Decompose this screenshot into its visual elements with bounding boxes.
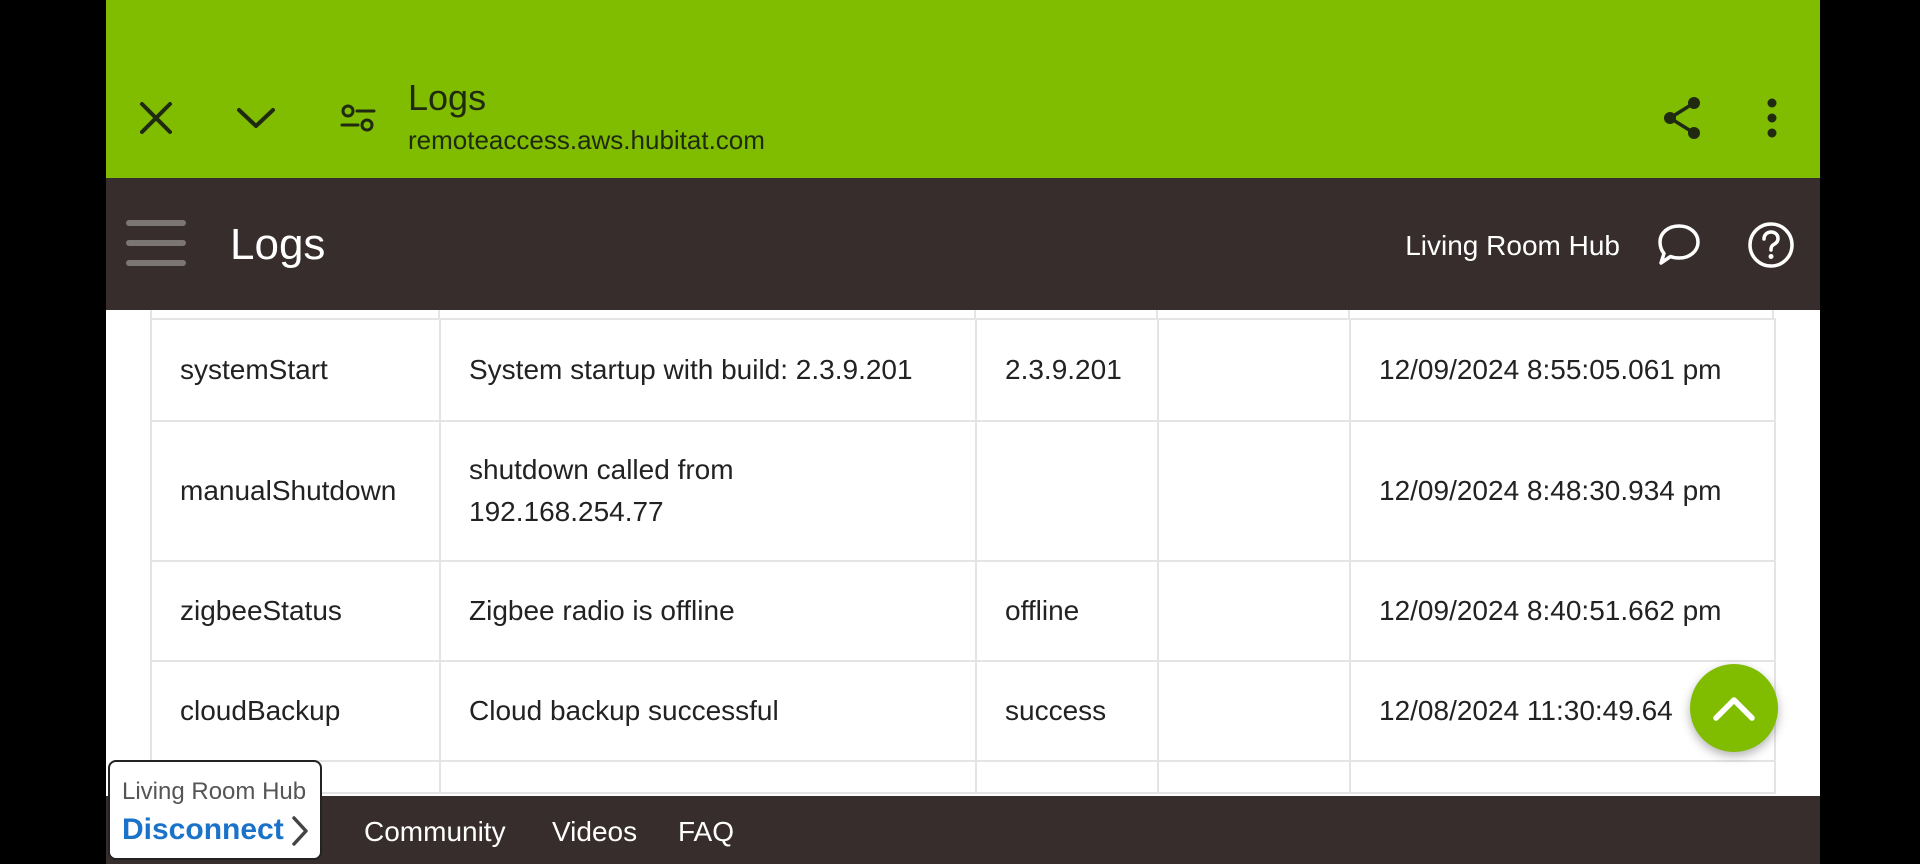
log-description-line: 192.168.254.77 [469, 496, 664, 527]
tune-icon [340, 104, 376, 132]
table-row: systemStart System startup with build: 2… [150, 318, 1776, 422]
log-description-line: shutdown called from [469, 454, 734, 485]
tab-title-block: Logs remoteaccess.aws.hubitat.com [408, 76, 765, 158]
chat-icon [1658, 224, 1700, 265]
page-title: Logs [230, 220, 326, 269]
log-description: shutdown called from 192.168.254.77 [439, 420, 977, 562]
log-description: Zigbee radio is offline [439, 560, 977, 662]
log-name: cloudBackup [150, 660, 441, 762]
custom-tab-bar: Logs remoteaccess.aws.hubitat.com [106, 0, 1820, 178]
log-time: 12/09/2024 8:40:51.662 pm [1349, 560, 1776, 662]
log-value: offline [975, 560, 1159, 662]
log-value: success [975, 660, 1159, 762]
table-row: cloudBackup Cloud backup successful succ… [150, 660, 1776, 762]
chevron-right-icon[interactable] [288, 814, 312, 848]
close-icon [140, 102, 172, 134]
log-value [975, 420, 1159, 562]
more-vert-icon [1767, 98, 1777, 138]
help-button[interactable] [1744, 218, 1798, 272]
share-button[interactable] [1652, 88, 1712, 148]
share-icon [1664, 97, 1700, 139]
log-value: 2.3.9.201 [975, 318, 1159, 422]
menu-icon[interactable] [126, 218, 186, 270]
logs-table: systemStart System startup with build: 2… [150, 318, 1776, 794]
tab-url: remoteaccess.aws.hubitat.com [408, 125, 765, 155]
app-frame: Logs remoteaccess.aws.hubitat.com Logs L… [106, 0, 1820, 864]
hub-popup-title: Living Room Hub [122, 778, 307, 805]
previous-row-edge [150, 310, 1774, 318]
log-description: Cloud backup successful [439, 660, 977, 762]
chat-button[interactable] [1652, 218, 1706, 272]
hub-connection-popup: Living Room Hub Disconnect [108, 760, 322, 860]
log-time: 12/09/2024 8:48:30.934 pm [1349, 420, 1776, 562]
minimize-tab-button[interactable] [226, 88, 286, 148]
footer-link-community[interactable]: Community [364, 814, 506, 850]
more-options-button[interactable] [1742, 88, 1802, 148]
hub-name[interactable]: Living Room Hub [1405, 228, 1620, 264]
chevron-down-icon [237, 108, 275, 128]
log-description: System startup with build: 2.3.9.201 [439, 318, 977, 422]
footer-bar: Community Videos FAQ [106, 796, 1820, 864]
log-extra [1157, 560, 1351, 662]
footer-link-faq[interactable]: FAQ [678, 814, 734, 850]
scroll-to-top-button[interactable] [1690, 664, 1778, 752]
help-icon [1748, 222, 1794, 268]
log-name: systemStart [150, 318, 441, 422]
log-extra [1157, 318, 1351, 422]
footer-link-videos[interactable]: Videos [552, 814, 637, 850]
table-row [150, 760, 1776, 794]
app-header: Logs Living Room Hub [106, 178, 1820, 310]
log-extra [1157, 660, 1351, 762]
close-tab-button[interactable] [126, 88, 186, 148]
log-time: 12/09/2024 8:55:05.061 pm [1349, 318, 1776, 422]
log-extra [1157, 420, 1351, 562]
log-name: manualShutdown [150, 420, 441, 562]
tab-title: Logs [408, 77, 487, 118]
site-settings-button[interactable] [328, 88, 388, 148]
disconnect-button[interactable]: Disconnect [122, 812, 284, 848]
log-name: zigbeeStatus [150, 560, 441, 662]
table-row: manualShutdown shutdown called from 192.… [150, 420, 1776, 562]
chevron-up-icon [1713, 697, 1755, 721]
table-row: zigbeeStatus Zigbee radio is offline off… [150, 560, 1776, 662]
